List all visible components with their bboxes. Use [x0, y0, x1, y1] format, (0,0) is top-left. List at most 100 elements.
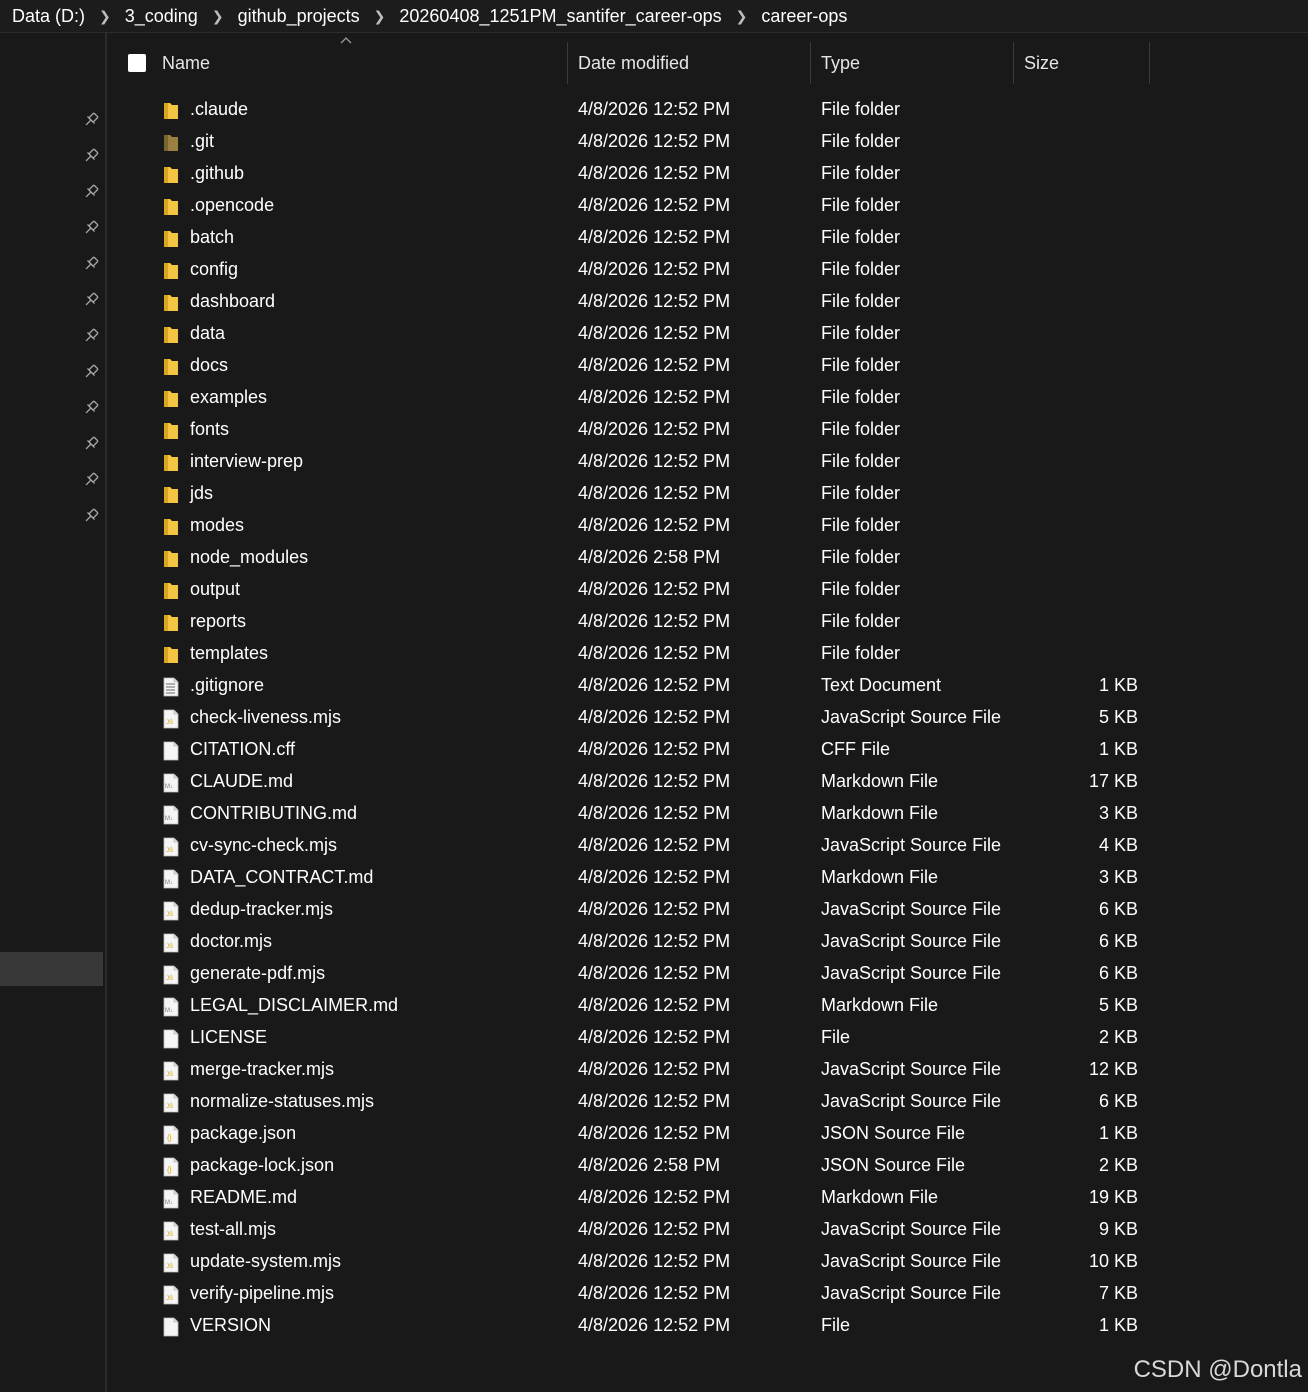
- file-name: modes: [190, 515, 245, 535]
- chevron-right-icon[interactable]: ❯: [91, 8, 119, 25]
- table-row[interactable]: M↓ LEGAL_DISCLAIMER.md 4/8/2026 12:52 PM Ma…: [107, 989, 1308, 1021]
- table-row[interactable]: templates 4/8/2026 12:52 PM File folder: [107, 637, 1308, 669]
- markdown-file-icon: M↓: [162, 1187, 180, 1209]
- pin-icon[interactable]: [82, 327, 100, 345]
- table-row[interactable]: config 4/8/2026 12:52 PM File folder: [107, 253, 1308, 285]
- file-size: 6 KB: [1098, 931, 1138, 951]
- file-date-modified: 4/8/2026 12:52 PM: [578, 995, 731, 1015]
- table-row[interactable]: JS update-system.mjs 4/8/2026 12:52 PM Java…: [107, 1245, 1308, 1277]
- file-name: reports: [190, 611, 247, 631]
- table-row[interactable]: docs 4/8/2026 12:52 PM File folder: [107, 349, 1308, 381]
- pin-icon[interactable]: [82, 111, 100, 129]
- chevron-right-icon[interactable]: ❯: [366, 8, 394, 25]
- file-date-modified: 4/8/2026 12:52 PM: [578, 483, 731, 503]
- folder-icon: [162, 419, 180, 439]
- column-header-name[interactable]: Name: [107, 42, 568, 84]
- file-type: JavaScript Source File: [821, 1283, 1002, 1303]
- pin-icon[interactable]: [82, 471, 100, 489]
- table-row[interactable]: dashboard 4/8/2026 12:52 PM File folder: [107, 285, 1308, 317]
- table-row[interactable]: examples 4/8/2026 12:52 PM File folder: [107, 381, 1308, 413]
- breadcrumb-item-current[interactable]: career-ops: [755, 6, 853, 27]
- file-date-modified: 4/8/2026 12:52 PM: [578, 643, 731, 663]
- table-row[interactable]: JS test-all.mjs 4/8/2026 12:52 PM JavaScrip…: [107, 1213, 1308, 1245]
- table-row[interactable]: {} package.json 4/8/2026 12:52 PM JSON Sour…: [107, 1117, 1308, 1149]
- pin-icon[interactable]: [82, 183, 100, 201]
- column-header-size[interactable]: Size: [1014, 42, 1150, 84]
- breadcrumb-item-github-projects[interactable]: github_projects: [232, 6, 366, 27]
- table-row[interactable]: modes 4/8/2026 12:52 PM File folder: [107, 509, 1308, 541]
- svg-text:JS: JS: [166, 720, 173, 726]
- table-row[interactable]: JS normalize-statuses.mjs 4/8/2026 12:52 P…: [107, 1085, 1308, 1117]
- table-row[interactable]: JS verify-pipeline.mjs 4/8/2026 12:52 PM Ja…: [107, 1277, 1308, 1309]
- file-type: Markdown File: [821, 867, 939, 887]
- table-row[interactable]: node_modules 4/8/2026 2:58 PM File folder: [107, 541, 1308, 573]
- file-type: File folder: [821, 547, 901, 567]
- breadcrumb-item-coding[interactable]: 3_coding: [119, 6, 204, 27]
- js-file-icon: JS: [162, 931, 180, 953]
- column-header: Name Date modified Type Size: [107, 37, 1308, 86]
- file-name: node_modules: [190, 547, 309, 567]
- pin-icon[interactable]: [82, 291, 100, 309]
- file-name: .claude: [190, 99, 249, 119]
- file-date-modified: 4/8/2026 12:52 PM: [578, 1123, 731, 1143]
- table-row[interactable]: JS generate-pdf.mjs 4/8/2026 12:52 PM JavaS…: [107, 957, 1308, 989]
- table-row[interactable]: interview-prep 4/8/2026 12:52 PM File fold…: [107, 445, 1308, 477]
- table-row[interactable]: VERSION 4/8/2026 12:52 PM File 1 KB: [107, 1309, 1308, 1341]
- file-type: File: [821, 1027, 851, 1047]
- chevron-right-icon[interactable]: ❯: [204, 8, 232, 25]
- column-header-date[interactable]: Date modified: [568, 42, 811, 84]
- chevron-right-icon[interactable]: ❯: [728, 8, 756, 25]
- table-row[interactable]: .git 4/8/2026 12:52 PM File folder: [107, 125, 1308, 157]
- table-row[interactable]: CITATION.cff 4/8/2026 12:52 PM CFF File 1 K…: [107, 733, 1308, 765]
- table-row[interactable]: .claude 4/8/2026 12:52 PM File folder: [107, 93, 1308, 125]
- pin-icon[interactable]: [82, 363, 100, 381]
- table-row[interactable]: .opencode 4/8/2026 12:52 PM File folder: [107, 189, 1308, 221]
- table-row[interactable]: LICENSE 4/8/2026 12:52 PM File 2 KB: [107, 1021, 1308, 1053]
- table-row[interactable]: JS dedup-tracker.mjs 4/8/2026 12:52 PM Java…: [107, 893, 1308, 925]
- pin-icon[interactable]: [82, 435, 100, 453]
- table-row[interactable]: fonts 4/8/2026 12:52 PM File folder: [107, 413, 1308, 445]
- svg-text:JS: JS: [166, 1072, 173, 1078]
- pin-icon[interactable]: [82, 255, 100, 273]
- breadcrumb-item-drive[interactable]: Data (D:): [0, 6, 91, 27]
- svg-text:JS: JS: [166, 944, 173, 950]
- file-size: 7 KB: [1098, 1283, 1138, 1303]
- table-row[interactable]: M↓ DATA_CONTRACT.md 4/8/2026 12:52 PM Markd…: [107, 861, 1308, 893]
- file-size: 2 KB: [1098, 1027, 1138, 1047]
- table-row[interactable]: batch 4/8/2026 12:52 PM File folder: [107, 221, 1308, 253]
- table-row[interactable]: data 4/8/2026 12:52 PM File folder: [107, 317, 1308, 349]
- table-row[interactable]: JS check-liveness.mjs 4/8/2026 12:52 PM Jav…: [107, 701, 1308, 733]
- watermark: CSDN @Dontla: [1133, 1356, 1302, 1383]
- table-row[interactable]: output 4/8/2026 12:52 PM File folder: [107, 573, 1308, 605]
- table-row[interactable]: M↓ CLAUDE.md 4/8/2026 12:52 PM Markdown Fil…: [107, 765, 1308, 797]
- svg-text:JS: JS: [166, 1104, 173, 1110]
- table-row[interactable]: JS cv-sync-check.mjs 4/8/2026 12:52 PM Java…: [107, 829, 1308, 861]
- file-type: File folder: [821, 195, 901, 215]
- pin-icon[interactable]: [82, 507, 100, 525]
- blank-file-icon: [162, 739, 180, 761]
- table-row[interactable]: JS merge-tracker.mjs 4/8/2026 12:52 PM Java…: [107, 1053, 1308, 1085]
- table-row[interactable]: reports 4/8/2026 12:52 PM File folder: [107, 605, 1308, 637]
- table-row[interactable]: jds 4/8/2026 12:52 PM File folder: [107, 477, 1308, 509]
- nav-selected-item[interactable]: [0, 952, 103, 986]
- js-file-icon: JS: [162, 1251, 180, 1273]
- breadcrumb-item-project[interactable]: 20260408_1251PM_santifer_career-ops: [393, 6, 727, 27]
- file-type: JavaScript Source File: [821, 1219, 1002, 1239]
- file-date-modified: 4/8/2026 12:52 PM: [578, 899, 731, 919]
- file-list-pane: Name Date modified Type Size .claude 4/8/…: [107, 33, 1308, 1392]
- pin-icon[interactable]: [82, 399, 100, 417]
- table-row[interactable]: {} package-lock.json 4/8/2026 2:58 PM JSON …: [107, 1149, 1308, 1181]
- file-type: File: [821, 1315, 851, 1335]
- table-row[interactable]: .github 4/8/2026 12:52 PM File folder: [107, 157, 1308, 189]
- column-header-type[interactable]: Type: [811, 42, 1014, 84]
- table-row[interactable]: .gitignore 4/8/2026 12:52 PM Text Document…: [107, 669, 1308, 701]
- pin-icon[interactable]: [82, 219, 100, 237]
- table-row[interactable]: M↓ CONTRIBUTING.md 4/8/2026 12:52 PM Markdo…: [107, 797, 1308, 829]
- file-date-modified: 4/8/2026 12:52 PM: [578, 259, 731, 279]
- table-row[interactable]: M↓ README.md 4/8/2026 12:52 PM Markdown Fil…: [107, 1181, 1308, 1213]
- file-size: 5 KB: [1098, 707, 1138, 727]
- file-name: examples: [190, 387, 268, 407]
- pin-icon[interactable]: [82, 147, 100, 165]
- svg-text:JS: JS: [166, 848, 173, 854]
- table-row[interactable]: JS doctor.mjs 4/8/2026 12:52 PM JavaScript …: [107, 925, 1308, 957]
